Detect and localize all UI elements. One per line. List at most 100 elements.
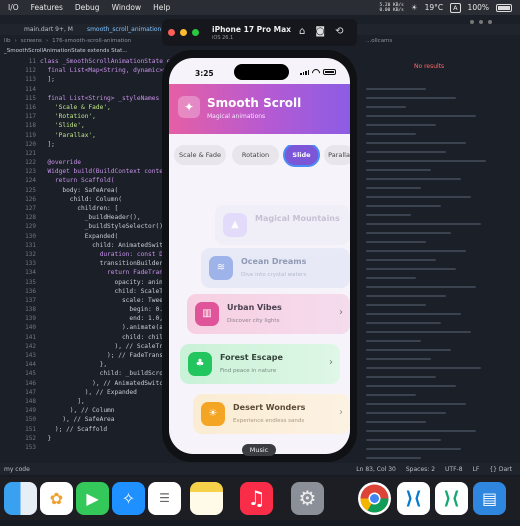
status-language[interactable]: {} Dart xyxy=(489,466,512,473)
page-title: Smooth Scroll xyxy=(207,96,302,110)
macos-dock: ✿ ▶ ✧ ☰ ♫ ⚙ ⟩⟨ ⟩⟨ ▤ xyxy=(0,477,520,520)
line-number: 129 xyxy=(25,223,36,231)
mountain-icon: ▲ xyxy=(223,213,247,237)
home-icon[interactable]: ⌂ xyxy=(299,27,305,37)
right-crumb: ...ollcams xyxy=(366,38,393,44)
city-icon: ▥ xyxy=(195,302,219,326)
safari-icon[interactable]: ✧ xyxy=(112,482,145,515)
chip-slide[interactable]: Slide xyxy=(285,145,318,165)
facetime-icon[interactable]: ▶ xyxy=(76,482,109,515)
tab-main-dart[interactable]: main.dart 9+, M xyxy=(24,26,73,33)
sun-icon: ☀ xyxy=(410,3,418,12)
chip-parallax[interactable]: Paralla xyxy=(324,145,350,165)
crumb-lib[interactable]: lib xyxy=(4,38,11,44)
line-number: 136 xyxy=(25,287,36,295)
tree-icon: ♣ xyxy=(188,352,212,376)
line-number: 145 xyxy=(25,370,36,378)
class-name: _SmoothScrollAnimationState extends Stat… xyxy=(4,48,128,54)
crumb-screens[interactable]: screens xyxy=(21,38,42,44)
line-number: 132 xyxy=(25,250,36,258)
minimize-icon[interactable] xyxy=(180,29,187,36)
card-urban-vibes[interactable]: ▥ Urban Vibes Discover city lights › xyxy=(187,294,350,334)
style-selector: Scale & Fade Rotation Slide Paralla xyxy=(174,145,350,167)
notes-icon[interactable] xyxy=(190,482,223,515)
line-number: 148 xyxy=(25,397,36,405)
rotate-icon[interactable]: ⟲ xyxy=(335,27,343,37)
window-controls xyxy=(168,29,199,36)
line-number: 125 xyxy=(25,186,36,194)
dynamic-island xyxy=(234,64,289,80)
signal-icon xyxy=(300,69,309,75)
menu-features[interactable]: Features xyxy=(31,3,63,12)
line-number: 135 xyxy=(25,278,36,286)
settings-icon[interactable]: ⚙ xyxy=(291,482,324,515)
line-number: 115 xyxy=(25,94,36,102)
line-number: 137 xyxy=(25,296,36,304)
card-title: Magical Mountains xyxy=(255,214,340,223)
card-subtitle: Experience endless sands xyxy=(233,418,305,424)
vscode-insiders-icon[interactable]: ⟩⟨ xyxy=(435,482,468,515)
line-number: 134 xyxy=(25,269,36,277)
photos-icon[interactable]: ✿ xyxy=(40,482,73,515)
weather-temp[interactable]: 19°C xyxy=(425,3,444,12)
chevron-right-icon: › xyxy=(329,357,333,368)
line-number: 114 xyxy=(25,85,36,93)
card-ocean-dreams[interactable]: ≋ Ocean Dreams Dive into crystal waters xyxy=(201,248,350,288)
files-icon[interactable]: ▤ xyxy=(473,482,506,515)
music-icon[interactable]: ♫ xyxy=(240,482,273,515)
network-monitor[interactable]: 5.20 KB/s 0.00 KB/s xyxy=(379,3,403,13)
line-number: 127 xyxy=(25,205,36,212)
card-title: Ocean Dreams xyxy=(241,257,307,266)
chip-scale-fade[interactable]: Scale & Fade xyxy=(174,145,226,165)
line-number: 121 xyxy=(25,149,36,157)
status-eol[interactable]: LF xyxy=(473,466,480,473)
menu-io[interactable]: I/O xyxy=(8,3,19,12)
close-icon[interactable] xyxy=(168,29,175,36)
tab-smooth-scroll[interactable]: smooth_scroll_animation... xyxy=(87,26,167,33)
input-source-badge[interactable]: A xyxy=(450,2,461,13)
line-number: 153 xyxy=(25,443,36,451)
line-number: 138 xyxy=(25,306,36,314)
menu-status-area: 5.20 KB/s 0.00 KB/s ☀ 19°C A 100% xyxy=(379,2,520,13)
status-encoding[interactable]: UTF-8 xyxy=(445,466,463,473)
status-time: 3:25 xyxy=(195,69,214,78)
screenshot-icon[interactable]: ◙ xyxy=(315,27,325,37)
line-number: 118 xyxy=(25,122,36,130)
chip-rotation[interactable]: Rotation xyxy=(232,145,279,165)
line-number: 150 xyxy=(25,416,36,424)
card-desert-wonders[interactable]: ☀ Desert Wonders Experience endless sand… xyxy=(193,394,350,434)
line-number: 139 xyxy=(25,315,36,323)
battery-percent[interactable]: 100% xyxy=(468,3,489,12)
menu-help[interactable]: Help xyxy=(153,3,170,12)
line-number: 131 xyxy=(25,241,36,249)
menu-debug[interactable]: Debug xyxy=(75,3,100,12)
finder-icon[interactable] xyxy=(4,482,37,515)
card-magical-mountains[interactable]: ▲ Magical Mountains xyxy=(215,205,350,245)
chrome-icon[interactable] xyxy=(358,482,391,515)
phone-screen[interactable]: 3:25 ✦ Smooth Scroll Magical animations … xyxy=(169,58,350,454)
card-forest-escape[interactable]: ♣ Forest Escape Find peace in nature › xyxy=(180,344,340,384)
class-crumb: _SmoothScrollAnimationState extends Stat… xyxy=(0,46,204,56)
wifi-icon xyxy=(312,69,320,75)
card-subtitle: Discover city lights xyxy=(227,318,280,324)
zoom-icon[interactable] xyxy=(192,29,199,36)
vscode-icon[interactable]: ⟩⟨ xyxy=(397,482,430,515)
right-code-preview xyxy=(366,75,516,459)
waves-icon: ≋ xyxy=(209,256,233,280)
status-position[interactable]: Ln 83, Col 30 xyxy=(356,466,396,473)
simulator-os: iOS 26.1 xyxy=(212,35,234,41)
line-number: 117 xyxy=(25,113,36,121)
line-number: 130 xyxy=(25,232,36,240)
battery-icon xyxy=(496,3,512,12)
ios-status-bar: 3:25 xyxy=(169,58,350,84)
menu-window[interactable]: Window xyxy=(112,3,142,12)
status-left: my code xyxy=(4,465,30,473)
status-spaces[interactable]: Spaces: 2 xyxy=(406,466,435,473)
chevron-right-icon: › xyxy=(339,307,343,318)
reminders-icon[interactable]: ☰ xyxy=(148,482,181,515)
crumb-folder[interactable]: 176-smooth-scroll-animation xyxy=(52,38,131,44)
dock-hover-label: Music xyxy=(242,444,276,456)
simulator-toolbar: iPhone 17 Pro Max iOS 26.1 ⌂ ◙ ⟲ xyxy=(162,19,357,46)
line-number: 11 xyxy=(28,58,36,65)
line-number: 140 xyxy=(25,324,36,332)
